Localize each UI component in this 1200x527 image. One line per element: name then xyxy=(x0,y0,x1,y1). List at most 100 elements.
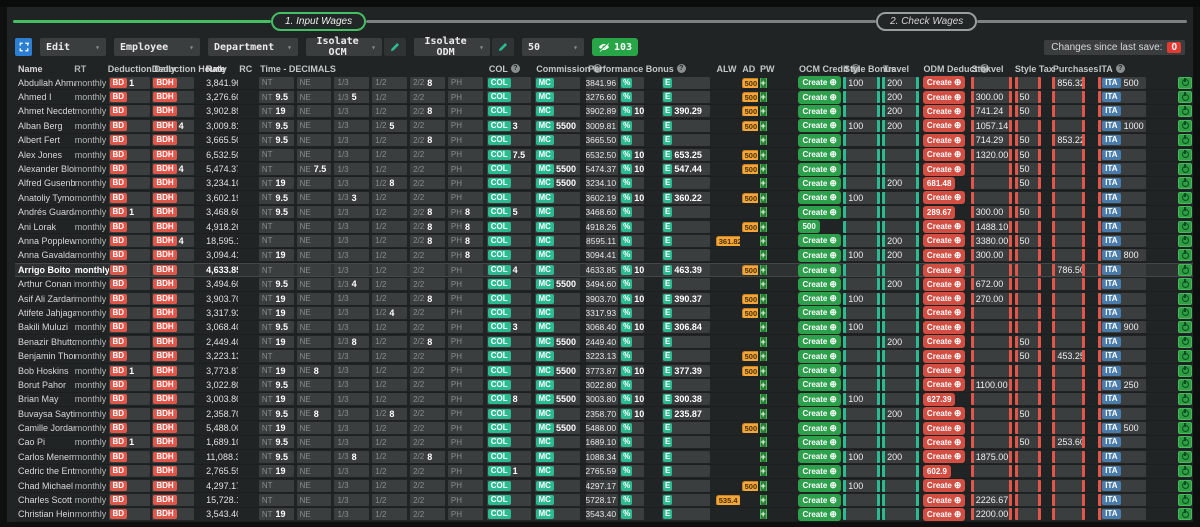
time-input-1-3[interactable]: 1/3 xyxy=(334,422,370,435)
style-tax-input[interactable] xyxy=(1014,494,1042,507)
perf-bonus-percent-input[interactable]: % xyxy=(620,422,644,435)
purchases-input[interactable] xyxy=(1052,177,1086,190)
pw-add-button[interactable]: + xyxy=(759,279,767,290)
deduction-daily-input[interactable]: BD xyxy=(108,450,151,463)
table-row[interactable]: Arrigo Boito monthly BD BDH 4,633.85 NT NE 1/3 1… xyxy=(15,263,1193,278)
time-input-1-3[interactable]: 1/3 xyxy=(334,407,370,420)
ocm-create-button[interactable]: Create ⊕ xyxy=(798,191,841,205)
power-button[interactable] xyxy=(1178,364,1193,377)
time-input-NE[interactable]: NE xyxy=(296,422,332,435)
time-input-PH[interactable]: PH xyxy=(447,335,483,348)
pw-add-button[interactable]: + xyxy=(759,408,767,419)
pw-add-button[interactable]: + xyxy=(759,495,767,506)
time-input-2-2[interactable]: 2/2 xyxy=(410,393,445,406)
travel-input[interactable]: 200 xyxy=(882,249,919,262)
perf-bonus-amount-input[interactable]: E xyxy=(661,450,710,463)
deduction-daily-input[interactable]: BD xyxy=(108,306,151,319)
travel-input[interactable]: 200 xyxy=(882,105,919,118)
isolate-odm-dropdown[interactable]: Isolate ODM ▾ xyxy=(414,36,490,58)
perf-bonus-percent-input[interactable]: % xyxy=(620,76,644,89)
deduction-daily-input[interactable]: BD xyxy=(108,508,151,521)
col-input[interactable]: COL xyxy=(486,134,531,147)
time-input-1-3[interactable]: 1/3 xyxy=(334,306,370,319)
deduction-hourly-input[interactable]: BDH xyxy=(152,264,195,277)
col-input[interactable]: COL 7.5 xyxy=(486,148,531,161)
odm-create-button[interactable]: Create ⊕ xyxy=(922,450,966,464)
ocm-credit-value-badge[interactable]: 500 xyxy=(798,220,820,234)
ocm-create-button[interactable]: Create ⊕ xyxy=(798,364,841,377)
time-input-1-3[interactable]: 1/3 3 xyxy=(334,191,370,204)
time-input-1-2[interactable]: 1/2 8 xyxy=(372,177,408,190)
perf-bonus-amount-input[interactable]: E xyxy=(661,494,710,507)
ocm-create-button[interactable]: Create ⊕ xyxy=(798,76,841,90)
ocm-create-button[interactable]: Create ⊕ xyxy=(798,464,841,478)
col-input[interactable]: COL xyxy=(486,220,531,233)
table-row[interactable]: Anna Gavalda monthly BD BDH 3,094.41 NT 19 NE 1/… xyxy=(15,248,1193,264)
ocm-create-button[interactable]: Create ⊕ xyxy=(798,292,841,306)
style-bonus-input[interactable] xyxy=(843,335,881,348)
ad-badge[interactable]: 500 xyxy=(741,164,758,175)
col-input[interactable]: COL xyxy=(486,494,531,507)
time-input-2-2[interactable]: 2/2 8 xyxy=(410,335,445,348)
time-input-1-3[interactable]: 1/3 xyxy=(334,163,370,176)
ita-input[interactable]: ITA xyxy=(1098,465,1147,478)
deduction-daily-input[interactable]: BD xyxy=(108,134,151,147)
col-input[interactable]: COL xyxy=(486,350,531,363)
perf-bonus-percent-input[interactable]: % 10 xyxy=(620,191,644,204)
style-tax-input[interactable] xyxy=(1014,119,1042,132)
table-row[interactable]: Asif Ali Zardari monthly BD BDH 3,903.70 NT 19… xyxy=(15,292,1193,307)
ita-input[interactable]: ITA xyxy=(1098,335,1147,348)
style-bonus-input[interactable]: 100 xyxy=(843,450,881,463)
time-input-NT[interactable]: NT 9.5 xyxy=(258,191,294,204)
pw-add-button[interactable]: + xyxy=(759,178,767,189)
time-input-NE[interactable]: NE xyxy=(296,350,332,363)
stokvel-input[interactable]: 300.00 xyxy=(970,206,1012,219)
perf-bonus-base-input[interactable]: 3543.40 xyxy=(586,508,619,521)
time-input-1-2[interactable]: 1/2 xyxy=(372,264,408,277)
ocm-create-button[interactable]: Create ⊕ xyxy=(798,378,841,392)
stokvel-input[interactable] xyxy=(970,76,1012,89)
step-check-wages[interactable]: 2. Check Wages xyxy=(876,11,978,31)
deduction-daily-input[interactable]: BD 1 xyxy=(108,436,151,449)
table-row[interactable]: Andrés GuardadomonthlyBD1BDH3,468.60NT9.… xyxy=(15,205,1193,220)
pw-add-button[interactable]: + xyxy=(759,466,767,477)
time-input-2-2[interactable]: 2/2 xyxy=(410,91,445,104)
travel-input[interactable]: 200 xyxy=(882,119,919,132)
time-input-1-3[interactable]: 1/3 xyxy=(334,350,370,363)
stokvel-input[interactable] xyxy=(970,306,1012,319)
time-input-PH[interactable]: PH xyxy=(447,393,483,406)
time-input-PH[interactable]: PH xyxy=(447,76,483,89)
commission-input[interactable]: MC 5500 xyxy=(534,393,581,406)
perf-bonus-base-input[interactable]: 3022.80 xyxy=(586,378,619,391)
time-input-1-3[interactable]: 1/3 xyxy=(334,479,370,492)
style-tax-input[interactable] xyxy=(1014,479,1042,492)
style-bonus-input[interactable] xyxy=(843,508,881,521)
power-button[interactable] xyxy=(1178,306,1193,319)
step-input-wages[interactable]: 1. Input Wages xyxy=(271,11,367,31)
perf-bonus-base-input[interactable]: 4633.85 xyxy=(586,264,619,277)
pw-add-button[interactable]: + xyxy=(759,365,767,376)
power-button[interactable] xyxy=(1178,465,1193,478)
ocm-create-button[interactable]: Create ⊕ xyxy=(798,407,841,421)
perf-bonus-amount-input[interactable]: E xyxy=(661,220,710,233)
time-input-NT[interactable]: NT xyxy=(258,163,294,176)
ocm-create-button[interactable]: Create ⊕ xyxy=(798,162,841,176)
time-input-1-2[interactable]: 1/2 xyxy=(372,148,408,161)
time-input-2-2[interactable]: 2/2 xyxy=(410,321,445,334)
hidden-rows-button[interactable]: 103 xyxy=(592,38,639,56)
stokvel-input[interactable]: 1488.10 xyxy=(970,220,1012,233)
odm-create-button[interactable]: Create ⊕ xyxy=(922,335,966,349)
isolate-ocm-dropdown[interactable]: Isolate OCM ▾ xyxy=(306,36,382,58)
odm-create-button[interactable]: Create ⊕ xyxy=(922,378,966,392)
time-input-NE[interactable]: NE xyxy=(296,292,332,305)
deduction-daily-input[interactable]: BD xyxy=(108,393,151,406)
col-input[interactable]: COL xyxy=(486,249,531,262)
time-input-2-2[interactable]: 2/2 8 xyxy=(410,292,445,305)
time-input-NE[interactable]: NE xyxy=(296,91,332,104)
deduction-daily-input[interactable]: BD xyxy=(108,407,151,420)
purchases-input[interactable] xyxy=(1052,249,1086,262)
perf-bonus-percent-input[interactable]: % xyxy=(620,494,644,507)
odm-create-button[interactable]: Create ⊕ xyxy=(922,320,966,334)
deduction-daily-input[interactable]: BD xyxy=(108,105,151,118)
power-button[interactable] xyxy=(1178,249,1193,262)
